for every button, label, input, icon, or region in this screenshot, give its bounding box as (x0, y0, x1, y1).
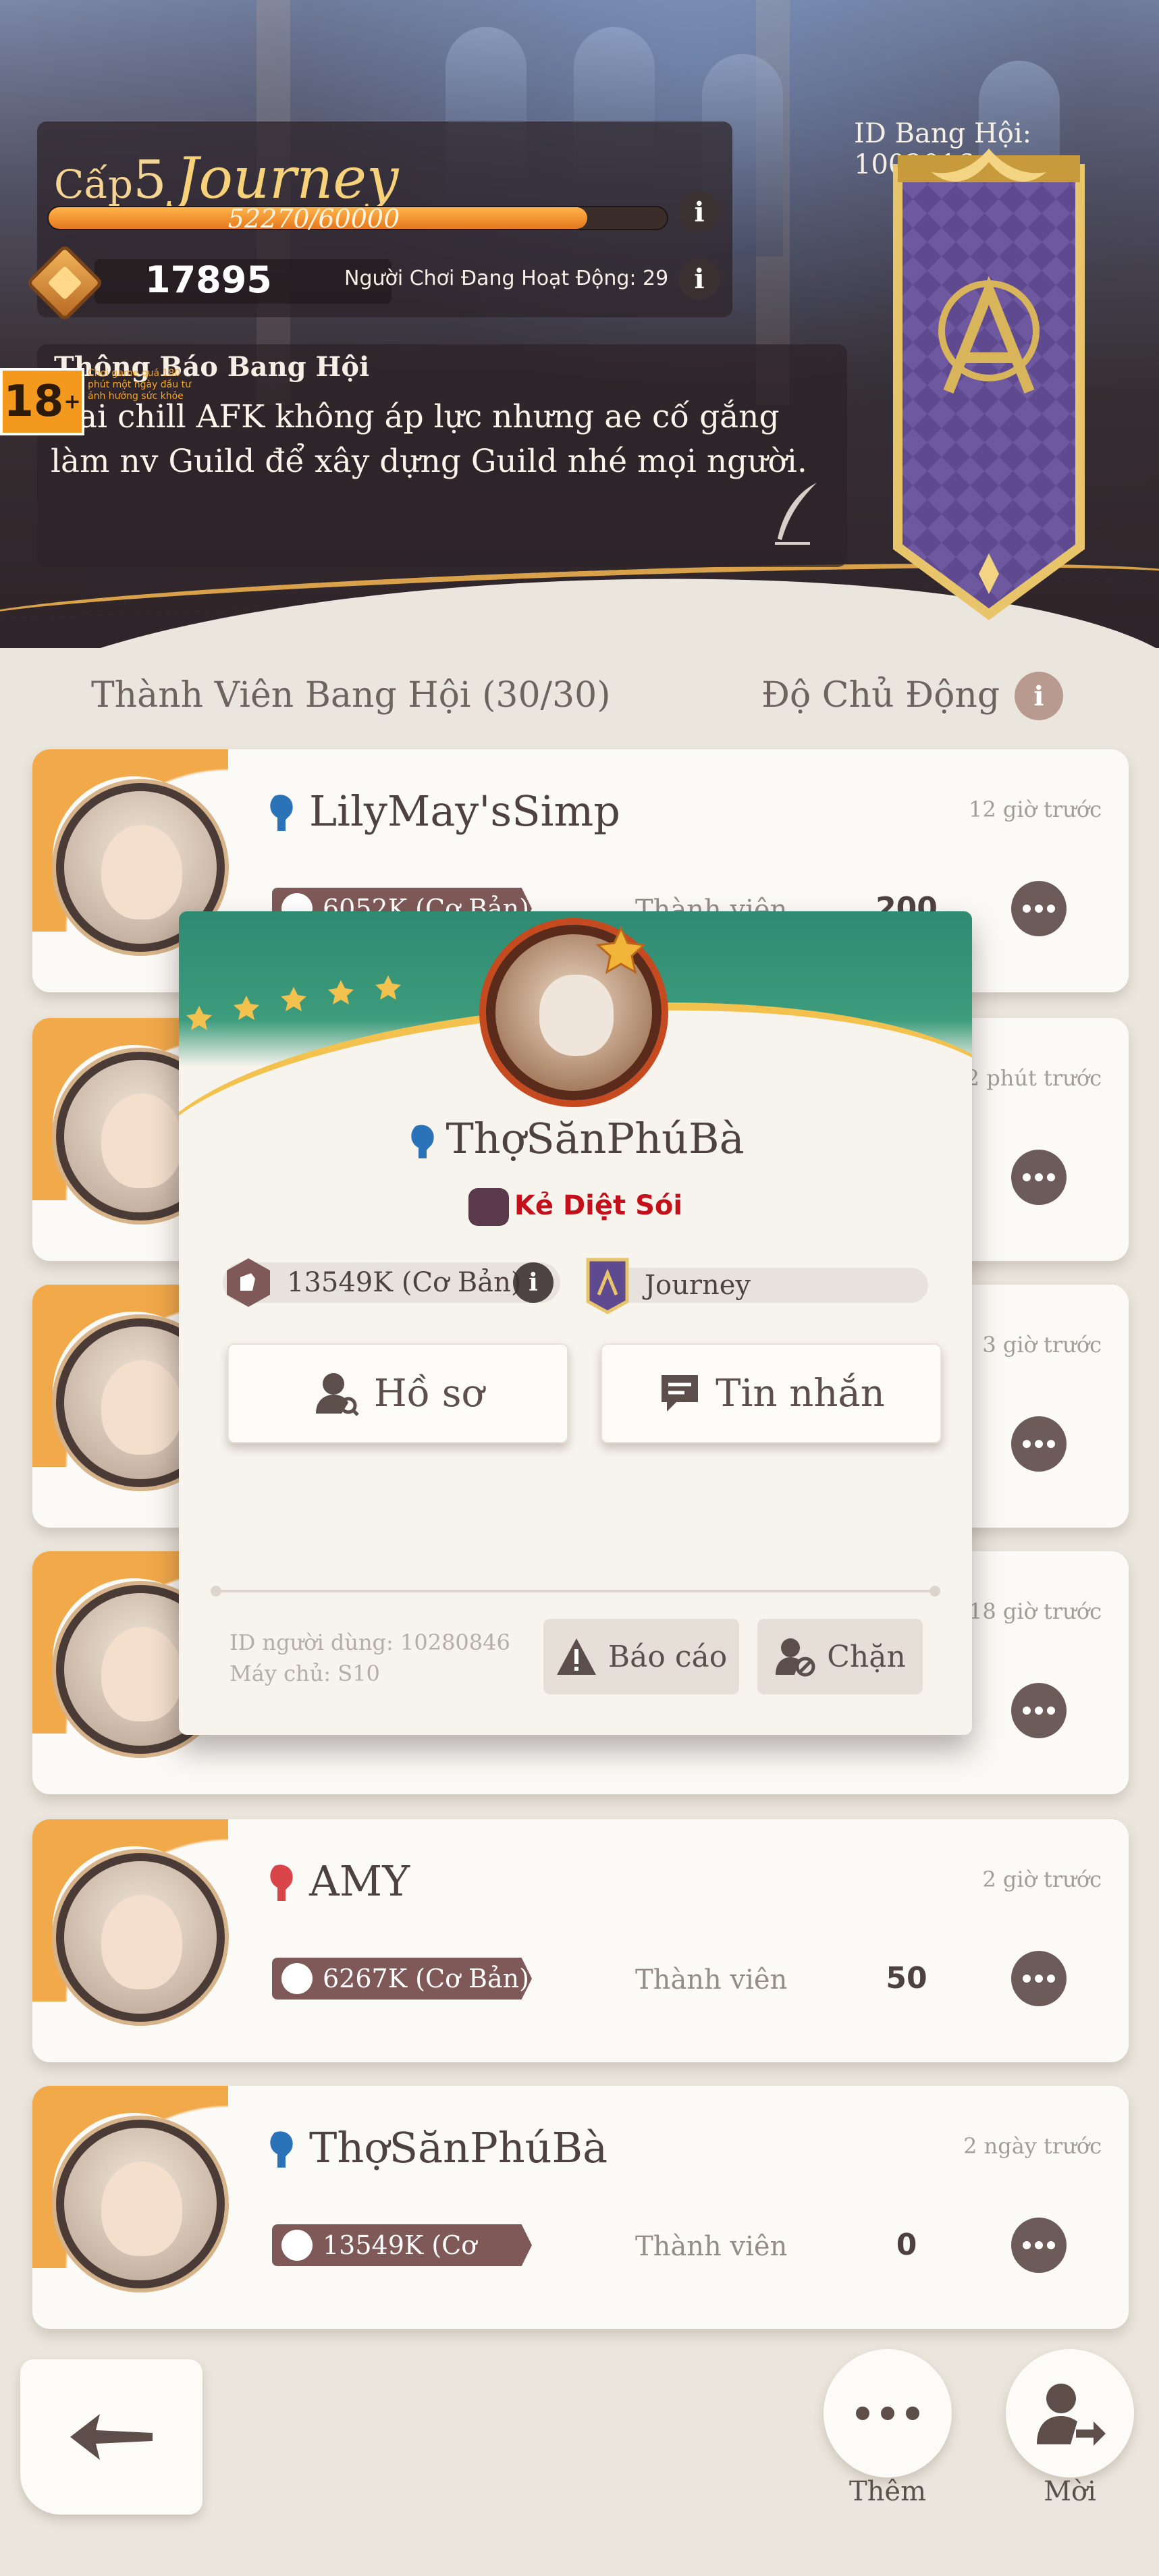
member-avatar[interactable] (56, 2120, 225, 2288)
member-name: LilyMay'sSimp (309, 786, 620, 836)
power-info-icon[interactable]: i (513, 1262, 554, 1303)
player-profile-popup: ThợSănPhúBà Kẻ Diệt Sói 13549K (Cơ Bản) … (179, 911, 972, 1735)
activity-column-title: Độ Chủ Động (761, 675, 1000, 716)
block-button[interactable]: Chặn (757, 1619, 923, 1694)
member-more-button[interactable] (1011, 1683, 1067, 1738)
member-more-button[interactable] (1011, 1416, 1067, 1472)
ellipsis-icon (856, 2407, 919, 2420)
popup-divider (211, 1586, 940, 1596)
popup-power-stat: 13549K (Cơ Bản) i (223, 1258, 560, 1307)
member-more-button[interactable] (1011, 1951, 1067, 2006)
member-card[interactable]: ThợSănPhúBà 2 ngày trước 13549K (Cơ Bản) Th… (32, 2086, 1129, 2329)
member-last-online: 3 giờ trước (982, 1332, 1102, 1358)
popup-stars-decoration (186, 975, 401, 1030)
fist-power-icon (281, 1963, 313, 1994)
fist-power-icon (281, 2230, 313, 2261)
block-user-icon (776, 1638, 815, 1677)
member-more-button[interactable] (1011, 881, 1067, 936)
member-name: ThợSănPhúBà (309, 2123, 608, 2172)
popup-player-title: Kẻ Diệt Sói (179, 1188, 972, 1226)
member-last-online: 2 giờ trước (982, 1867, 1102, 1892)
message-button-label: Tin nhắn (716, 1371, 885, 1416)
fist-power-icon (227, 1258, 270, 1307)
member-last-online: 12 giờ trước (969, 797, 1102, 822)
guild-notice-text: Hai chill AFK không áp lực nhưng ae cố g… (51, 398, 807, 480)
report-button[interactable]: Báo cáo (543, 1619, 739, 1694)
level-number: 5 (133, 150, 167, 211)
member-last-online: 18 giờ trước (969, 1599, 1102, 1624)
block-button-label: Chặn (827, 1639, 906, 1674)
member-avatar[interactable] (56, 1853, 225, 2022)
member-activity: 50 (886, 1961, 927, 1995)
popup-guild-stat: Journey (586, 1258, 928, 1314)
invite-label: Mời (1044, 2476, 1096, 2507)
member-role: Thành viên (635, 1964, 788, 1995)
age-rating-note: Chơi game quá 180 phút một ngày đầu tư ả… (88, 368, 191, 402)
activity-info-icon[interactable]: i (1015, 672, 1063, 720)
chat-bubble-icon (662, 1375, 699, 1412)
message-button[interactable]: Tin nhắn (601, 1343, 942, 1443)
member-card[interactable]: AMY 2 giờ trước 6267K (Cơ Bản) Thành viên 50 (32, 1819, 1129, 2062)
xp-info-icon[interactable]: i (678, 191, 720, 233)
invite-person-icon (1037, 2384, 1106, 2446)
popup-power-value: 13549K (Cơ Bản) (287, 1267, 522, 1298)
male-gender-icon (411, 1125, 435, 1158)
age-rating-badge: 18 + (0, 368, 84, 435)
member-name: AMY (309, 1856, 410, 1906)
guild-banner-emblem (893, 149, 1085, 620)
member-role: Thành viên (635, 2231, 788, 2262)
member-more-button[interactable] (1011, 1150, 1067, 1205)
edit-notice-feather-icon[interactable] (770, 479, 824, 547)
member-activity: 0 (896, 2228, 917, 2262)
age-rating-number: 18 (3, 377, 64, 427)
popup-player-name-text: ThợSănPhúBà (446, 1114, 745, 1163)
member-power-tag: 13549K (Cơ Bản) (272, 2224, 532, 2266)
report-button-label: Báo cáo (608, 1639, 728, 1674)
member-more-button[interactable] (1011, 2218, 1067, 2273)
popup-user-id: ID người dùng: 10280846 (230, 1630, 510, 1655)
back-button[interactable] (20, 2359, 203, 2515)
more-options-label: Thêm (848, 2476, 927, 2507)
female-gender-icon (270, 1864, 293, 1901)
profile-button[interactable]: Hồ sơ (227, 1343, 568, 1443)
back-arrow-icon (70, 2414, 153, 2460)
invite-button[interactable] (1006, 2349, 1134, 2477)
popup-player-title-text: Kẻ Diệt Sói (514, 1190, 683, 1221)
guild-name: Journey (176, 145, 399, 211)
popup-guild-name: Journey (645, 1270, 751, 1301)
member-last-online: 2 ngày trước (963, 2133, 1102, 2159)
member-power-value: 6267K (Cơ Bản) (323, 1964, 529, 1993)
avatar-star-icon (595, 925, 647, 974)
guild-banner-icon (586, 1258, 629, 1314)
guild-members-title: Thành Viên Bang Hội (30/30) (91, 675, 611, 716)
member-power-tag: 6267K (Cơ Bản) (272, 1958, 532, 2000)
profile-button-label: Hồ sơ (373, 1371, 485, 1416)
wolf-slayer-icon (468, 1188, 509, 1226)
male-gender-icon (270, 2131, 293, 2168)
active-players-count: Người Chơi Đang Hoạt Động: 29 (344, 267, 669, 290)
xp-text: 52270/60000 (227, 204, 400, 234)
male-gender-icon (270, 795, 293, 831)
popup-player-name: ThợSănPhúBà (179, 1114, 972, 1163)
popup-server: Máy chủ: S10 (230, 1661, 380, 1686)
warning-triangle-icon (556, 1638, 596, 1675)
level-prefix: Cấp (54, 161, 134, 207)
more-options-button[interactable] (824, 2349, 952, 2477)
member-power-value: 13549K (Cơ Bản) (323, 2230, 477, 2302)
popup-user-info: ID người dùng: 10280846 Máy chủ: S10 (230, 1627, 510, 1689)
guild-level-label: Cấp5 Journey (54, 145, 398, 211)
active-players-info-icon[interactable]: i (678, 258, 720, 300)
guild-coin-value: 17895 (145, 259, 272, 301)
member-last-online: 22 phút trước (952, 1065, 1102, 1091)
profile-person-icon (315, 1373, 359, 1416)
